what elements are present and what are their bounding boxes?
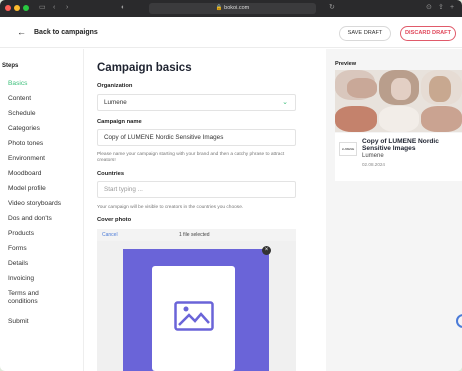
sidebar-item-invoicing[interactable]: Invoicing bbox=[8, 275, 34, 283]
sidebar-item-terms-and-conditions[interactable]: Terms and conditions bbox=[8, 290, 68, 306]
browser-titlebar: ▭ ‹ › ◐ 🔒 bokoi.com ↻ ⊙ ⇪ + bbox=[0, 0, 462, 17]
preview-title: Copy of LUMENE Nordic Sensitive Images bbox=[362, 138, 439, 152]
sidebar-item-products[interactable]: Products bbox=[8, 230, 34, 238]
organization-value: Lumene bbox=[104, 99, 127, 106]
chevron-down-icon: ⌄ bbox=[282, 99, 288, 106]
steps-heading: Steps bbox=[2, 63, 19, 69]
sidebar-item-basics[interactable]: Basics bbox=[8, 80, 27, 88]
maximize-window-button[interactable] bbox=[23, 5, 29, 11]
plus-icon[interactable]: + bbox=[450, 4, 454, 12]
sidebar-item-model-profile[interactable]: Model profile bbox=[8, 185, 46, 193]
cover-photo-image: × bbox=[123, 246, 271, 371]
countries-label: Countries bbox=[97, 171, 125, 177]
sidebar-item-video-storyboards[interactable]: Video storyboards bbox=[8, 200, 61, 208]
reload-icon[interactable]: ↻ bbox=[329, 4, 335, 12]
cover-photo-label: Cover photo bbox=[97, 217, 132, 223]
shield-icon[interactable]: ◐ bbox=[121, 4, 125, 12]
preview-image-collage bbox=[335, 70, 462, 132]
discard-draft-button[interactable]: DISCARD DRAFT bbox=[400, 26, 456, 41]
campaign-basics-form: Campaign basics Organization Lumene ⌄ Ca… bbox=[85, 49, 325, 371]
back-label: Back to campaigns bbox=[34, 28, 98, 36]
download-icon[interactable]: ⊙ bbox=[426, 4, 432, 12]
steps-sidebar: Steps Basics Content Schedule Categories… bbox=[0, 49, 84, 371]
sidebar-item-schedule[interactable]: Schedule bbox=[8, 110, 36, 118]
back-to-campaigns-link[interactable]: ← Back to campaigns bbox=[17, 27, 98, 37]
page-title: Campaign basics bbox=[97, 62, 192, 74]
organization-label: Organization bbox=[97, 83, 133, 89]
back-arrow-icon[interactable]: ‹ bbox=[53, 4, 55, 12]
campaign-name-hint: Please name your campaign starting with … bbox=[97, 152, 285, 163]
sidebar-item-dos-and-donts[interactable]: Dos and don'ts bbox=[8, 215, 52, 223]
sidebar-item-submit[interactable]: Submit bbox=[8, 318, 29, 326]
image-icon bbox=[174, 301, 214, 331]
cover-photo-area: × bbox=[97, 241, 296, 371]
countries-hint: Your campaign will be visible to creator… bbox=[97, 205, 244, 210]
preview-date: 02.08.2024 bbox=[362, 162, 385, 167]
preview-heading: Preview bbox=[335, 61, 357, 67]
browser-window: ▭ ‹ › ◐ 🔒 bokoi.com ↻ ⊙ ⇪ + ← Back to ca… bbox=[0, 0, 462, 371]
forward-arrow-icon[interactable]: › bbox=[66, 4, 68, 12]
sidebar-item-moodboard[interactable]: Moodboard bbox=[8, 170, 41, 178]
preview-panel: Preview LUMENE Copy of LUMENE Nordic Sen… bbox=[326, 49, 462, 371]
sidebar-item-photo-tones[interactable]: Photo tones bbox=[8, 140, 43, 148]
share-icon[interactable]: ⇪ bbox=[438, 4, 444, 12]
url-text: bokoi.com bbox=[224, 5, 250, 11]
campaign-name-input[interactable]: Copy of LUMENE Nordic Sensitive Images bbox=[97, 129, 296, 146]
preview-organization: Lumene bbox=[362, 153, 384, 159]
address-bar[interactable]: 🔒 bokoi.com bbox=[149, 3, 316, 14]
sidebar-item-details[interactable]: Details bbox=[8, 260, 28, 268]
campaign-name-label: Campaign name bbox=[97, 119, 142, 125]
page-header: ← Back to campaigns SAVE DRAFT DISCARD D… bbox=[0, 17, 462, 48]
cover-cancel-button[interactable]: Cancel bbox=[102, 229, 118, 241]
close-icon[interactable]: × bbox=[262, 246, 271, 255]
lock-icon: 🔒 bbox=[215, 5, 223, 11]
sidebar-item-content[interactable]: Content bbox=[8, 95, 31, 103]
minimize-window-button[interactable] bbox=[14, 5, 20, 11]
back-arrow-icon: ← bbox=[17, 27, 26, 37]
save-draft-button[interactable]: SAVE DRAFT bbox=[339, 26, 391, 41]
close-window-button[interactable] bbox=[5, 5, 11, 11]
brand-logo: LUMENE bbox=[339, 142, 357, 156]
sidebar-item-environment[interactable]: Environment bbox=[8, 155, 45, 163]
preview-campaign-card[interactable]: LUMENE Copy of LUMENE Nordic Sensitive I… bbox=[335, 133, 462, 181]
countries-input[interactable]: Start typing ... bbox=[97, 181, 296, 198]
cover-upload-bar: Cancel 1 file selected bbox=[97, 229, 296, 241]
sidebar-icon[interactable]: ▭ bbox=[39, 4, 46, 12]
cover-placeholder-card bbox=[152, 266, 235, 371]
sidebar-item-categories[interactable]: Categories bbox=[8, 125, 40, 133]
sidebar-item-forms[interactable]: Forms bbox=[8, 245, 27, 253]
cover-status: 1 file selected bbox=[179, 232, 210, 238]
organization-select[interactable]: Lumene ⌄ bbox=[97, 94, 296, 111]
